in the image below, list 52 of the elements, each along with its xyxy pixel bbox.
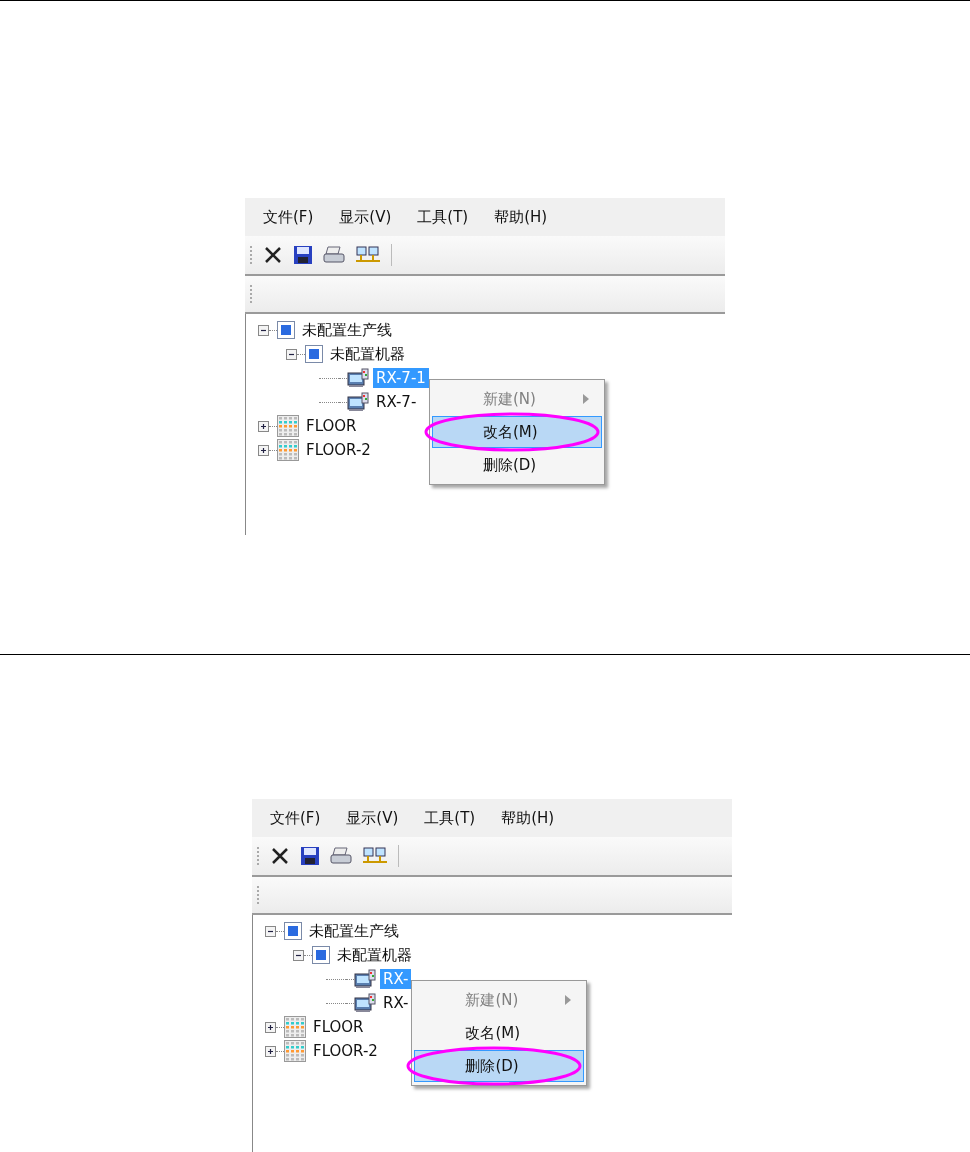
menu-item[interactable]: 删除(D)	[431, 449, 602, 481]
close-icon[interactable]	[263, 245, 283, 265]
printer-icon[interactable]	[330, 846, 352, 866]
tree-item[interactable]: RX-7-	[373, 392, 420, 412]
save-icon[interactable]	[300, 846, 320, 866]
tree-item[interactable]: FLOOR	[310, 1017, 367, 1037]
computer-icon	[347, 392, 369, 412]
tree-item[interactable]: 未配置机器	[334, 944, 415, 966]
menu[interactable]: 帮助(H)	[494, 207, 548, 227]
tree-item[interactable]: 未配置生产线	[299, 319, 395, 341]
collapse-toggle[interactable]	[293, 949, 304, 961]
expand-toggle[interactable]	[258, 444, 269, 456]
tree-item[interactable]: FLOOR	[303, 416, 360, 436]
menu[interactable]: 帮助(H)	[501, 808, 555, 828]
grip-icon[interactable]	[256, 845, 260, 867]
printer-icon[interactable]	[323, 245, 345, 265]
square-node-icon	[305, 345, 323, 363]
tree-item[interactable]: 未配置生产线	[306, 920, 402, 942]
menu[interactable]: 工具(T)	[424, 808, 476, 828]
grip-icon[interactable]	[249, 244, 253, 266]
computer-icon	[347, 368, 369, 388]
expand-toggle[interactable]	[258, 420, 269, 432]
close-icon[interactable]	[270, 846, 290, 866]
square-node-icon	[284, 922, 302, 940]
menu[interactable]: 显示(V)	[346, 808, 399, 828]
menu[interactable]: 显示(V)	[339, 207, 392, 227]
expand-toggle[interactable]	[265, 1045, 276, 1057]
tree-item[interactable]: FLOOR-2	[303, 440, 374, 460]
grip-icon[interactable]	[249, 283, 253, 305]
grid-icon	[277, 415, 299, 437]
tree-item[interactable]: FLOOR-2	[310, 1041, 381, 1061]
grid-icon	[284, 1016, 306, 1038]
collapse-toggle[interactable]	[258, 324, 269, 336]
save-icon[interactable]	[293, 245, 313, 265]
expand-toggle[interactable]	[265, 1021, 276, 1033]
network-icon[interactable]	[362, 846, 388, 866]
grid-icon	[277, 439, 299, 461]
menu[interactable]: 文件(F)	[270, 808, 321, 828]
square-node-icon	[277, 321, 295, 339]
menu[interactable]: 工具(T)	[417, 207, 469, 227]
menu-item[interactable]: 改名(M)	[414, 1017, 585, 1049]
computer-icon	[354, 969, 376, 989]
square-node-icon	[312, 946, 330, 964]
menu[interactable]: 文件(F)	[263, 207, 314, 227]
collapse-toggle[interactable]	[286, 348, 297, 360]
grid-icon	[284, 1040, 306, 1062]
computer-icon	[354, 993, 376, 1013]
tree-item[interactable]: RX-	[380, 993, 412, 1013]
grip-icon[interactable]	[256, 884, 260, 906]
collapse-toggle[interactable]	[265, 925, 276, 937]
network-icon[interactable]	[355, 245, 381, 265]
tree-item[interactable]: 未配置机器	[327, 343, 408, 365]
